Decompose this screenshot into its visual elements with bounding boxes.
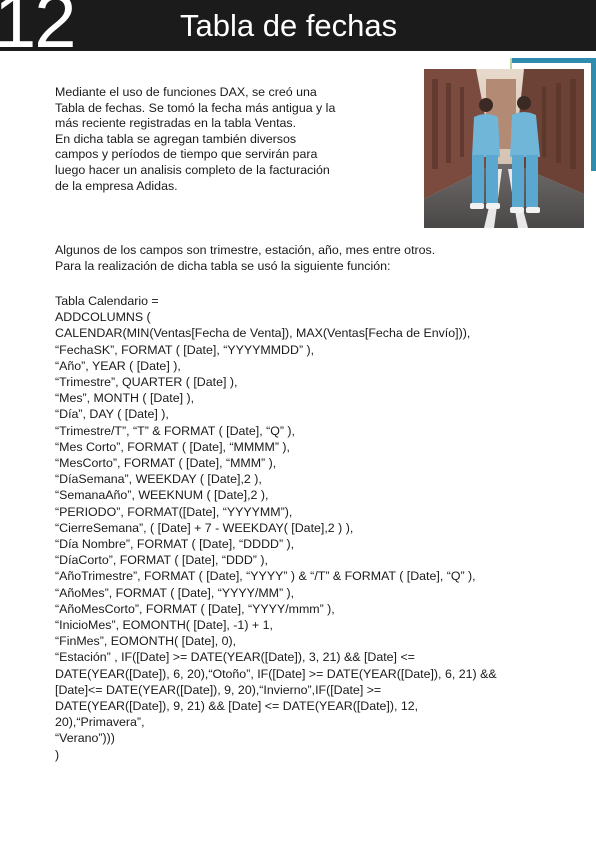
intro-line: más reciente registradas en la tabla Ven… [55,116,297,131]
paragraph-line: Para la realización de dicha tabla se us… [55,259,391,273]
frame-accent-right [591,58,596,171]
code-line: “FinMes”, EOMONTH( [Date], 0), [55,634,237,649]
code-line: 20),“Primavera”, [55,715,145,730]
code-line: “Mes”, MONTH ( [Date] ), [55,391,195,406]
photo-frame [424,58,596,230]
code-line: “AñoTrimestre”, FORMAT ( [Date], “YYYY” … [55,569,476,584]
page-number: 12 [0,0,77,64]
code-line: “AñoMes”, FORMAT ( [Date], “YYYY/MM” ), [55,585,295,600]
fields-paragraph: Algunos de los campos son trimestre, est… [55,242,435,274]
code-line: “DíaCorto”, FORMAT ( [Date], “DDD” ), [55,553,268,568]
code-line: “Trimestre/T”, “T” & FORMAT ( [Date], “Q… [55,423,295,438]
code-line: CALENDAR(MIN(Ventas[Fecha de Venta]), MA… [55,326,471,341]
code-line: “Estación” , IF([Date] >= DATE(YEAR([Dat… [55,650,415,665]
code-line: [Date]<= DATE(YEAR([Date]), 9, 20),“Invi… [55,682,382,697]
paragraph-line: Algunos de los campos son trimestre, est… [55,243,436,257]
code-line: “Día Nombre”, FORMAT ( [Date], “DDDD” ), [55,537,295,552]
code-line: “InicioMes”, EOMONTH( [Date], -1) + 1, [55,618,273,633]
intro-line: campos y períodos de tiempo que servirán… [55,147,318,162]
intro-line: En dicha tabla se agregan también divers… [55,131,297,146]
code-line: ) [55,747,60,762]
code-line: “Trimestre”, QUARTER ( [Date] ), [55,375,238,390]
page-title: Tabla de fechas [180,8,398,43]
code-line: “DíaSemana”, WEEKDAY ( [Date],2 ), [55,472,262,487]
intro-paragraph: Mediante el uso de funciones DAX, se cre… [55,85,385,194]
code-line: “PERIODO”, FORMAT([Date], “YYYYMM”), [55,504,293,519]
intro-line: Mediante el uso de funciones DAX, se cre… [55,85,317,99]
code-line: “Día”, DAY ( [Date] ), [55,407,169,422]
street-photo-illustration [424,69,584,228]
dax-code-block: Tabla Calendario = ADDCOLUMNS ( CALENDAR… [55,293,497,763]
frame-accent-inner [510,58,512,69]
intro-line: luego hacer un analisis completo de la f… [55,162,330,177]
code-line: DATE(YEAR([Date]), 6, 20),“Otoño”, IF([D… [55,666,497,681]
code-line: DATE(YEAR([Date]), 9, 21) && [Date] <= D… [55,699,419,714]
code-line: “FechaSK”, FORMAT ( [Date], “YYYYMMDD” )… [55,342,315,357]
code-line: “Verano”))) [55,731,115,746]
code-line: “MesCorto”, FORMAT ( [Date], “MMM” ), [55,456,277,471]
code-line: Tabla Calendario = [55,294,159,308]
code-line: “CierreSemana”, ( [Date] + 7 - WEEKDAY( … [55,520,354,535]
header-bar: 12 Tabla de fechas [0,0,596,60]
code-line: “SemanaAño”, WEEKNUM ( [Date],2 ), [55,488,269,503]
code-line: “Año”, YEAR ( [Date] ), [55,358,181,373]
models-photo [424,69,584,228]
code-line: “AñoMesCorto”, FORMAT ( [Date], “YYYY/mm… [55,601,335,616]
frame-accent-top [510,58,596,63]
intro-line: de la empresa Adidas. [55,178,178,193]
intro-line: Tabla de fechas. Se tomó la fecha más an… [55,100,336,115]
code-line: “Mes Corto”, FORMAT ( [Date], “MMMM” ), [55,439,290,454]
code-line: ADDCOLUMNS ( [55,310,151,325]
